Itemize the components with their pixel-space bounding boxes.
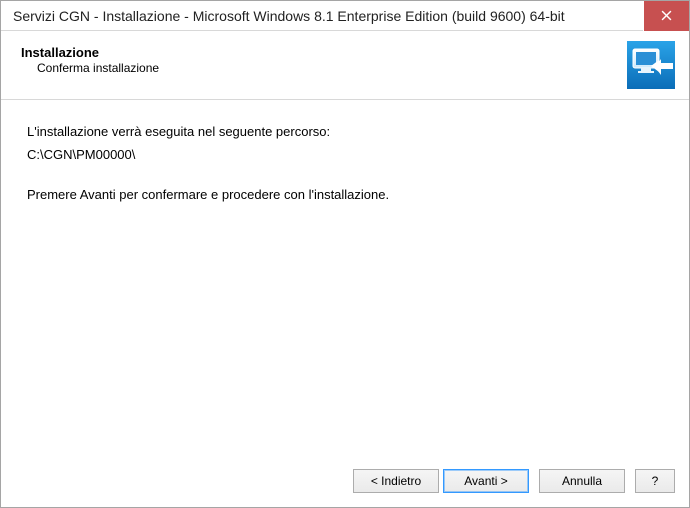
installer-icon — [627, 41, 675, 89]
next-button[interactable]: Avanti > — [443, 469, 529, 493]
install-path-label: L'installazione verrà eseguita nel segue… — [27, 122, 663, 142]
back-button[interactable]: < Indietro — [353, 469, 439, 493]
close-button[interactable] — [643, 1, 689, 31]
wizard-header: Installazione Conferma installazione — [1, 31, 689, 100]
cancel-button[interactable]: Annulla — [539, 469, 625, 493]
window-title: Servizi CGN - Installazione - Microsoft … — [1, 8, 643, 24]
close-icon — [661, 10, 672, 21]
installer-window: Servizi CGN - Installazione - Microsoft … — [0, 0, 690, 508]
header-text-block: Installazione Conferma installazione — [21, 41, 627, 75]
titlebar: Servizi CGN - Installazione - Microsoft … — [1, 1, 689, 31]
header-subtitle: Conferma installazione — [21, 61, 627, 75]
help-button[interactable]: ? — [635, 469, 675, 493]
wizard-footer: < Indietro Avanti > Annulla ? — [1, 459, 689, 507]
install-instruction: Premere Avanti per confermare e proceder… — [27, 185, 663, 205]
install-path-value: C:\CGN\PM00000\ — [27, 145, 663, 165]
header-title: Installazione — [21, 45, 627, 60]
wizard-content: L'installazione verrà eseguita nel segue… — [4, 103, 686, 456]
